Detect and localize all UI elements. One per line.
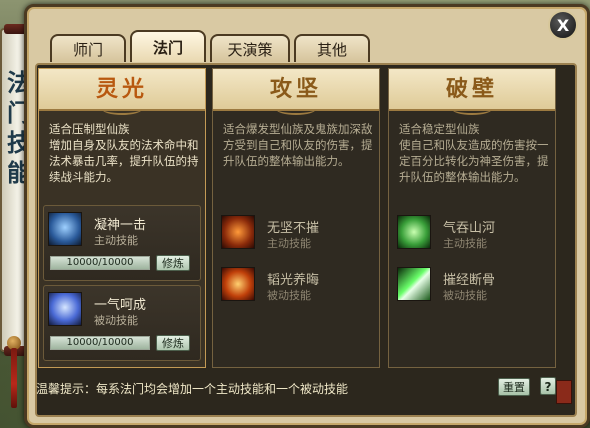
progress-text: 10000/10000	[66, 337, 134, 348]
title-ornament	[452, 103, 492, 115]
flame-burst-icon[interactable]	[221, 267, 255, 301]
panel-gongjian[interactable]: 攻坚 适合爆发型仙族及鬼族加深敌方受到自己和队友的伤害，提升队伍的整体输出能力。…	[212, 68, 380, 368]
skill-name: 韬光养晦	[267, 273, 320, 288]
progress-text: 10000/10000	[66, 257, 134, 268]
title-ornament	[276, 103, 316, 115]
panel-pobi[interactable]: 破壁 适合稳定型仙族 使自己和队友造成的伤害按一定百分比转化为神圣伤害，提升队伍…	[388, 68, 556, 368]
skill-card[interactable]: 凝神一击 主动技能 10000/10000 修炼	[43, 205, 201, 281]
tassel-ornament	[11, 348, 17, 408]
skill-type: 被动技能	[267, 289, 311, 302]
title-ornament	[102, 103, 142, 115]
skill-name: 气吞山河	[443, 221, 496, 236]
panel-title-bar: 灵光	[39, 69, 205, 115]
panel-title-bar: 破壁	[389, 69, 555, 115]
fire-warrior-icon[interactable]	[221, 215, 255, 249]
panel-description: 适合爆发型仙族及鬼族加深敌方受到自己和队友的伤害，提升队伍的整体输出能力。	[223, 122, 373, 168]
tab-sect[interactable]: 师门	[50, 34, 126, 62]
skill-type: 被动技能	[443, 289, 487, 302]
tab-tianyan-strategy[interactable]: 天演策	[210, 34, 290, 62]
tab-dharma-gate[interactable]: 法门	[130, 30, 206, 62]
skill-item[interactable]: 气吞山河 主动技能	[393, 209, 549, 250]
skill-item[interactable]: 韬光养晦 被动技能	[217, 261, 373, 302]
close-button[interactable]: X	[548, 10, 578, 40]
train-button[interactable]: 修炼	[156, 255, 190, 271]
skill-name: 摧经断骨	[443, 273, 496, 288]
skill-item[interactable]: 摧经断骨 被动技能	[393, 261, 549, 302]
green-beast-icon[interactable]	[397, 215, 431, 249]
skill-name: 无坚不摧	[267, 221, 320, 236]
skill-card[interactable]: 一气呵成 被动技能 10000/10000 修炼	[43, 285, 201, 361]
panel-lingguang[interactable]: 灵光 适合压制型仙族 增加自身及队友的法术命中和法术暴击几率，提升队伍的持续战斗…	[38, 68, 206, 368]
spirit-wolf-icon[interactable]	[48, 212, 82, 246]
help-button[interactable]: ?	[540, 377, 556, 395]
panel-description: 适合稳定型仙族 使自己和队友造成的伤害按一定百分比转化为神圣伤害，提升队伍的整体…	[399, 122, 549, 184]
train-button[interactable]: 修炼	[156, 335, 190, 351]
skill-name: 一气呵成	[94, 298, 147, 313]
green-slash-icon[interactable]	[397, 267, 431, 301]
reset-button[interactable]: 重置	[498, 378, 530, 396]
skill-progress-bar: 10000/10000	[50, 256, 150, 270]
skill-progress-bar: 10000/10000	[50, 336, 150, 350]
blue-swirl-icon[interactable]	[48, 292, 82, 326]
skill-item[interactable]: 无坚不摧 主动技能	[217, 209, 373, 250]
skill-type: 主动技能	[94, 234, 138, 247]
skill-type: 主动技能	[443, 237, 487, 250]
skill-name: 凝神一击	[94, 218, 147, 233]
panel-description: 适合压制型仙族 增加自身及队友的法术命中和法术暴击几率，提升队伍的持续战斗能力。	[49, 122, 199, 184]
skill-type: 被动技能	[94, 314, 138, 327]
panel-title-bar: 攻坚	[213, 69, 379, 115]
tab-other[interactable]: 其他	[294, 34, 370, 62]
skill-type: 主动技能	[267, 237, 311, 250]
seal-ornament	[556, 380, 572, 404]
footer-tip: 温馨提示：每系法门均会增加一个主动技能和一个被动技能	[36, 382, 349, 396]
